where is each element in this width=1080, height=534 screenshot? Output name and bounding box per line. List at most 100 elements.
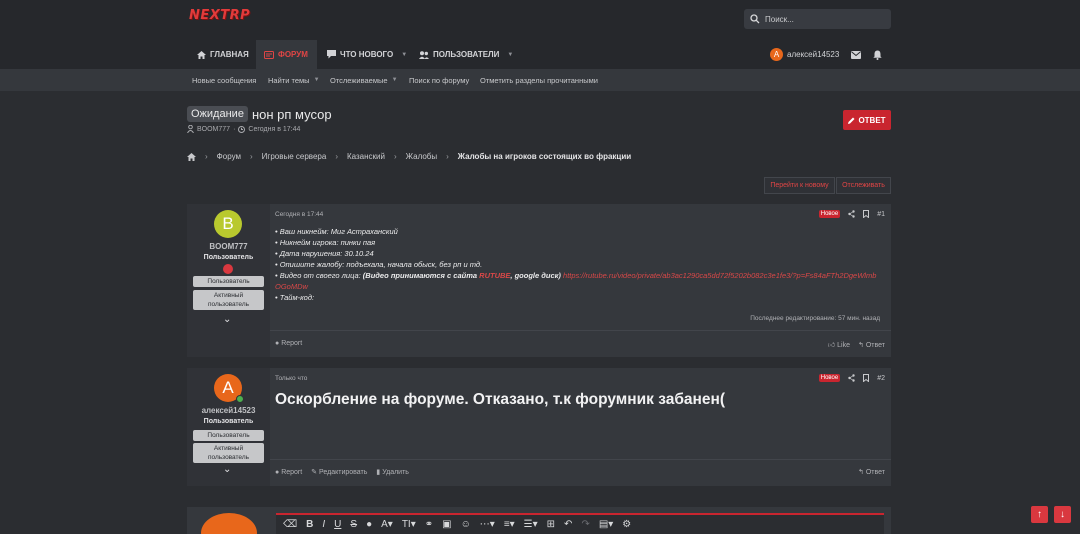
bell-icon: [873, 50, 882, 60]
trash-icon: ▮: [376, 469, 381, 476]
share-icon[interactable]: [848, 210, 855, 218]
thread-prefix[interactable]: Ожидание: [187, 106, 248, 122]
scroll-down-button[interactable]: ↓: [1054, 506, 1071, 523]
chevron-down-icon[interactable]: ⌄: [223, 314, 231, 325]
image-icon[interactable]: ▣: [442, 519, 451, 530]
user-banner: Пользователь: [193, 276, 264, 287]
bookmark-icon[interactable]: [863, 210, 870, 218]
eraser-icon[interactable]: ⌫: [283, 519, 297, 530]
font-family-icon[interactable]: A▾: [381, 519, 393, 530]
font-size-icon[interactable]: TI▾: [402, 519, 416, 530]
color-drop-icon[interactable]: ●: [366, 519, 372, 530]
chevron-down-icon[interactable]: ⌄: [223, 464, 231, 475]
thread-author[interactable]: BOOM777: [197, 126, 230, 133]
more-icon[interactable]: ⋯▾: [480, 519, 495, 530]
bold-icon[interactable]: B: [306, 519, 313, 530]
rutube-link[interactable]: RUTUBE: [479, 271, 510, 280]
subnav-find-threads[interactable]: Найти темы ▼: [268, 69, 320, 91]
post-username[interactable]: алексей14523: [187, 406, 270, 415]
smiley-icon[interactable]: ☺: [461, 519, 471, 530]
breadcrumb-game-servers[interactable]: Игровые сервера: [262, 152, 327, 161]
line-date: • Дата нарушения: 30.10.24: [275, 249, 374, 258]
chevron-right-icon: ›: [446, 152, 449, 161]
search-input[interactable]: Поиск...: [744, 9, 891, 29]
alerts-button[interactable]: [873, 40, 882, 69]
align-icon[interactable]: ≡▾: [504, 519, 515, 530]
line-player: • Никнейм игрока: пинки пая: [275, 238, 376, 247]
undo-icon[interactable]: ↶: [564, 519, 572, 530]
user-menu[interactable]: А алексей14523: [770, 40, 839, 69]
goto-new-button[interactable]: Перейти к новому: [764, 177, 835, 194]
chevron-down-icon[interactable]: ▼: [401, 52, 407, 58]
settings-icon[interactable]: ⚙: [622, 519, 631, 530]
breadcrumb-kazan[interactable]: Казанский: [347, 152, 385, 161]
chevron-down-icon[interactable]: ▼: [507, 52, 513, 58]
share-icon[interactable]: [848, 374, 855, 382]
nav-whats-new[interactable]: ЧТО НОВОГО ▼: [327, 40, 407, 69]
subnav-watched-label: Отслеживаемые: [330, 75, 388, 85]
reply-button[interactable]: ОТВЕТ: [843, 110, 891, 130]
scroll-up-button[interactable]: ↑: [1031, 506, 1048, 523]
post-date[interactable]: Сегодня в 17:44: [275, 211, 323, 218]
envelope-icon: [851, 50, 861, 59]
table-icon[interactable]: ⊞: [547, 519, 555, 530]
watch-button[interactable]: Отслеживать: [836, 177, 891, 194]
video-note-end: , google диск): [510, 271, 561, 280]
strikethrough-icon[interactable]: S: [350, 519, 357, 530]
avatar[interactable]: B: [214, 210, 242, 238]
subnav-new-posts[interactable]: Новые сообщения: [192, 69, 256, 91]
reply-button-label: ОТВЕТ: [858, 115, 886, 125]
breadcrumb-current[interactable]: Жалобы на игроков состоящих во фракции: [458, 152, 631, 161]
like-button[interactable]: 👍︎ Like: [828, 340, 850, 349]
page-title: нон рп мусор: [251, 106, 332, 122]
subnav-watched[interactable]: Отслеживаемые ▼: [330, 69, 398, 91]
chevron-down-icon[interactable]: ▼: [392, 77, 398, 83]
post-number[interactable]: #2: [877, 375, 885, 382]
clock-icon: [238, 125, 246, 133]
list-icon[interactable]: ☰▾: [524, 519, 538, 530]
redo-icon[interactable]: ↷: [581, 519, 589, 530]
like-label: Like: [837, 342, 850, 349]
home-icon[interactable]: [187, 152, 196, 161]
breadcrumb-forum[interactable]: Форум: [217, 152, 241, 161]
reply-arrow-icon: ↰: [858, 341, 864, 349]
post-divider: [270, 330, 891, 331]
chevron-right-icon: ›: [393, 152, 397, 161]
report-button[interactable]: ● Report: [275, 340, 302, 347]
edit-label: Редактировать: [319, 469, 368, 476]
underline-icon[interactable]: U: [334, 519, 341, 530]
site-logo[interactable]: NEXTRP: [189, 8, 250, 26]
post-username[interactable]: BOOM777: [187, 242, 270, 251]
post-number[interactable]: #1: [877, 211, 885, 218]
quote-reply-button[interactable]: ↰ Ответ: [858, 468, 885, 476]
post-content: • Ваш никнейм: Миг Астраханский • Никней…: [275, 226, 881, 303]
drafts-icon[interactable]: ▤▾: [599, 519, 613, 530]
breadcrumb-complaints[interactable]: Жалобы: [406, 152, 437, 161]
nav-home-label: ГЛАВНАЯ: [210, 50, 249, 59]
nav-forum[interactable]: ФОРУМ: [256, 40, 317, 69]
meta-separator: ·: [233, 125, 236, 133]
subnav-search-forum[interactable]: Поиск по форуму: [409, 69, 469, 91]
nav-home[interactable]: ГЛАВНАЯ: [197, 40, 249, 69]
delete-button[interactable]: ▮ Удалить: [376, 468, 409, 476]
video-note-start: (Видео принимаются с сайта: [362, 271, 480, 280]
post-date[interactable]: Только что: [275, 375, 307, 382]
subnav-mark-read[interactable]: Отметить разделы прочитанными: [480, 69, 598, 91]
italic-icon[interactable]: I: [322, 519, 325, 530]
link-icon[interactable]: ⚭: [425, 519, 433, 530]
bookmark-icon[interactable]: [863, 374, 870, 382]
report-button[interactable]: ● Report: [275, 469, 302, 476]
inbox-button[interactable]: [851, 40, 861, 69]
line-video: • Видео от своего лица: (Видео принимают…: [275, 270, 881, 292]
reply-editor: ⌫ B I U S ● A▾ TI▾ ⚭ ▣ ☺ ⋯▾ ≡▾ ☰▾ ⊞ ↶ ↷ …: [187, 507, 891, 534]
thumbs-up-icon: 👍︎: [827, 342, 836, 349]
thread-date[interactable]: Сегодня в 17:44: [248, 126, 300, 133]
main-nav: ГЛАВНАЯ ФОРУМ ЧТО НОВОГО ▼ ПОЛЬЗОВАТЕЛИ …: [0, 40, 1080, 69]
video-note: (Видео принимаются с сайта RUTUBE, googl…: [363, 271, 561, 280]
chevron-down-icon[interactable]: ▼: [314, 77, 320, 83]
edit-button[interactable]: ✎ Редактировать: [311, 468, 367, 476]
quote-reply-button[interactable]: ↰ Ответ: [858, 341, 885, 349]
post-divider: [270, 459, 891, 460]
nav-users[interactable]: ПОЛЬЗОВАТЕЛИ ▼: [419, 40, 513, 69]
edit-note[interactable]: Последнее редактирование: 57 мин. назад: [750, 315, 880, 322]
